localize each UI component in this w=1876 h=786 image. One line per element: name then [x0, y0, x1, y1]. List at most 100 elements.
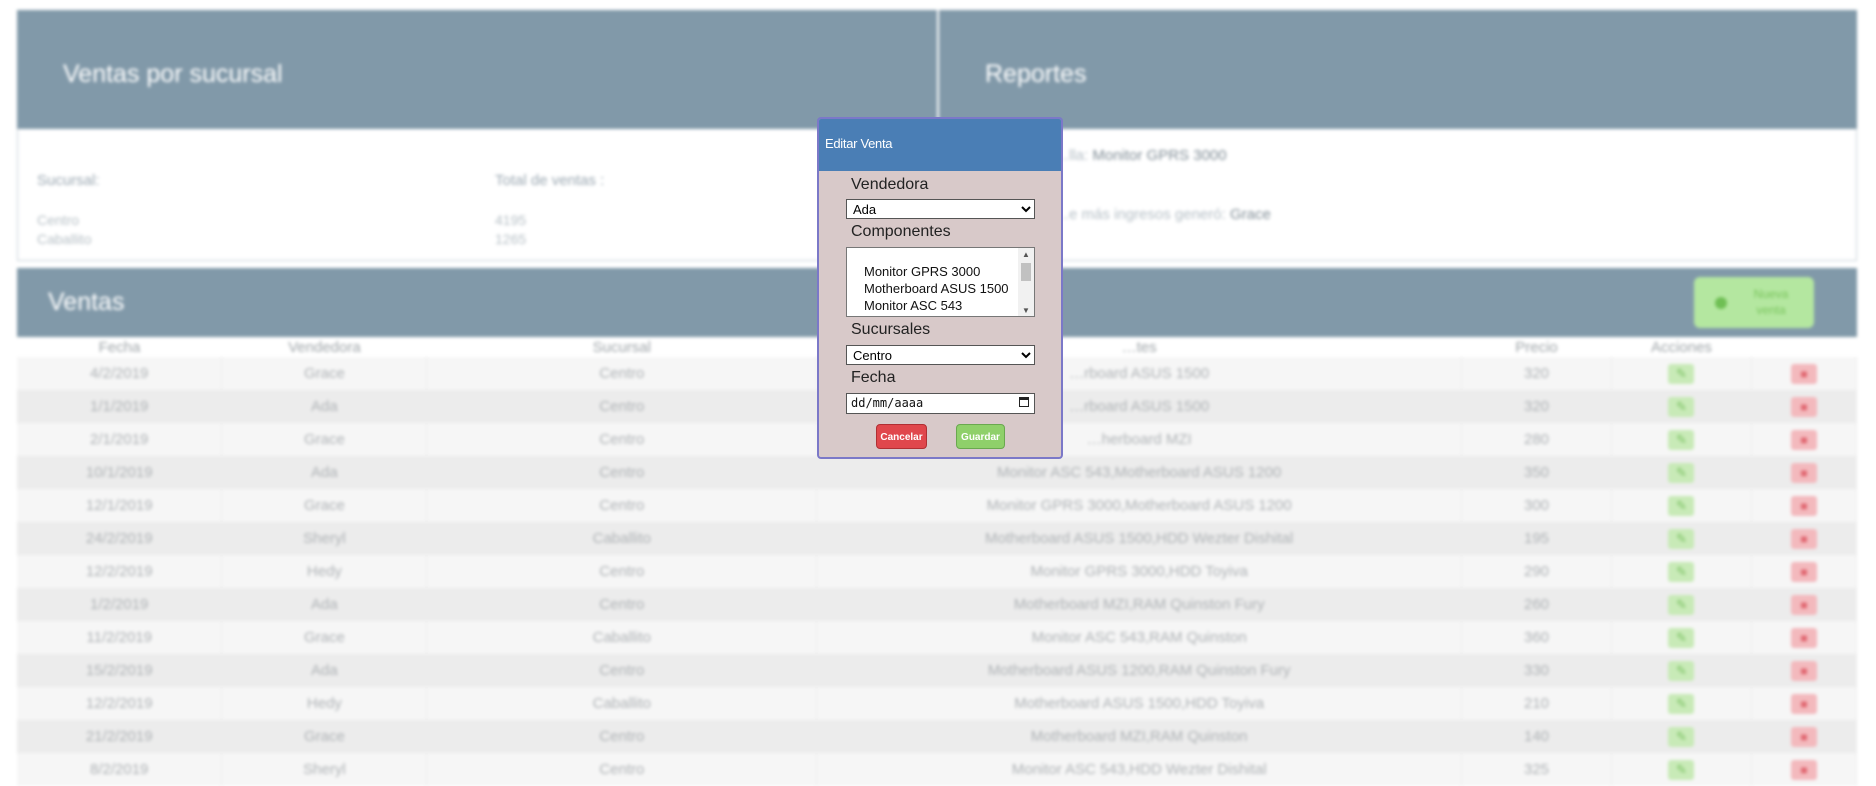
- cell-actions: ✎: [1611, 588, 1752, 621]
- delete-button-trash-icon[interactable]: ■: [1790, 660, 1817, 681]
- component-option[interactable]: Monitor ASC 543: [864, 298, 962, 313]
- date-input[interactable]: dd/mm/aaaa: [846, 393, 1035, 414]
- edit-button-pencil-icon[interactable]: ✎: [1668, 495, 1695, 516]
- cell-components: Monitor ASC 543,RAM Quinston: [816, 621, 1463, 654]
- delete-button-trash-icon[interactable]: ■: [1790, 495, 1817, 516]
- cell-seller: Ada: [221, 456, 428, 489]
- cell-components: Motherboard ASUS 1200,RAM Quinston Fury: [816, 654, 1463, 687]
- report-line-top-product: …lla: Monitor GPRS 3000: [1054, 147, 1227, 164]
- edit-button-pencil-icon[interactable]: ✎: [1668, 561, 1695, 582]
- cell-components: Monitor GPRS 3000,Motherboard ASUS 1200: [816, 489, 1463, 522]
- edit-button-pencil-icon[interactable]: ✎: [1668, 528, 1695, 549]
- seller-label: Vendedora: [851, 176, 929, 193]
- cell-branch: Centro: [426, 423, 818, 456]
- cell-delete: ■: [1751, 522, 1858, 555]
- cell-date: 12/2/2019: [17, 687, 223, 720]
- cell-actions: ✎: [1611, 753, 1752, 786]
- calendar-icon[interactable]: [1019, 397, 1029, 407]
- cell-delete: ■: [1751, 555, 1858, 588]
- table-row: 11/2/2019 Grace Caballito Monitor ASC 543,R…: [17, 621, 1858, 654]
- cell-delete: ■: [1751, 621, 1858, 654]
- cell-delete: ■: [1751, 687, 1858, 720]
- cancel-button[interactable]: Cancelar: [876, 424, 927, 449]
- column-header-branch: Sucursal: [426, 337, 817, 357]
- component-option[interactable]: Motherboard ASUS 1500: [864, 281, 1009, 296]
- cell-price: 350: [1461, 456, 1612, 489]
- modal-title: Editar Venta: [825, 136, 893, 151]
- delete-button-trash-icon[interactable]: ■: [1790, 462, 1817, 483]
- seller-select[interactable]: Ada: [846, 199, 1035, 219]
- branch-sales-body: Sucursal: Total de ventas : Centro 4195 …: [17, 129, 937, 261]
- delete-button-trash-icon[interactable]: ■: [1790, 726, 1817, 747]
- scroll-down-arrow-icon[interactable]: ▼: [1022, 306, 1030, 315]
- cell-date: 1/2/2019: [17, 588, 223, 621]
- column-header-delete: [1751, 337, 1857, 357]
- cell-actions: ✎: [1611, 621, 1752, 654]
- cell-price: 320: [1461, 357, 1612, 390]
- cell-actions: ✎: [1611, 720, 1752, 753]
- scroll-thumb[interactable]: [1021, 263, 1031, 281]
- cell-price: 325: [1461, 753, 1612, 786]
- component-option[interactable]: Monitor GPRS 3000: [864, 264, 980, 279]
- edit-button-pencil-icon[interactable]: ✎: [1668, 363, 1695, 384]
- modal-header: Editar Venta: [819, 119, 1061, 171]
- cell-branch: Centro: [426, 588, 818, 621]
- branch-total: 1265: [495, 231, 527, 247]
- cell-seller: Grace: [221, 621, 428, 654]
- column-header-price: Precio: [1461, 337, 1612, 357]
- components-scrollbar[interactable]: ▲ ▼: [1018, 248, 1034, 316]
- table-row: 21/2/2019 Grace Centro Motherboard MZI,RAM …: [17, 720, 1858, 753]
- delete-button-trash-icon[interactable]: ■: [1790, 627, 1817, 648]
- delete-button-trash-icon[interactable]: ■: [1790, 429, 1817, 450]
- cell-delete: ■: [1751, 456, 1858, 489]
- cell-price: 140: [1461, 720, 1612, 753]
- edit-button-pencil-icon[interactable]: ✎: [1668, 594, 1695, 615]
- sales-title: Ventas: [48, 288, 125, 316]
- edit-button-pencil-icon[interactable]: ✎: [1668, 627, 1695, 648]
- edit-button-pencil-icon[interactable]: ✎: [1668, 660, 1695, 681]
- cell-price: 300: [1461, 489, 1612, 522]
- table-row: 8/2/2019 Sheryl Centro Monitor ASC 543,HDD …: [17, 753, 1858, 786]
- edit-button-pencil-icon[interactable]: ✎: [1668, 396, 1695, 417]
- column-header-date: Fecha: [17, 337, 222, 357]
- table-row: 15/2/2019 Ada Centro Motherboard ASUS 1200,…: [17, 654, 1858, 687]
- cell-price: 320: [1461, 390, 1612, 423]
- report-line-top-seller: …e más ingresos generó: Grace: [1054, 206, 1271, 223]
- edit-button-pencil-icon[interactable]: ✎: [1668, 462, 1695, 483]
- cell-seller: Ada: [221, 390, 428, 423]
- branch-column-label: Sucursal:: [37, 172, 100, 189]
- cell-components: Motherboard ASUS 1500,HDD Wezter Dishita…: [816, 522, 1463, 555]
- components-label: Componentes: [851, 223, 951, 240]
- delete-button-trash-icon[interactable]: ■: [1790, 528, 1817, 549]
- cell-actions: ✎: [1611, 357, 1752, 390]
- scroll-up-arrow-icon[interactable]: ▲: [1022, 250, 1030, 259]
- cell-branch: Centro: [426, 456, 818, 489]
- cell-actions: ✎: [1611, 456, 1752, 489]
- edit-button-pencil-icon[interactable]: ✎: [1668, 693, 1695, 714]
- cell-seller: Grace: [221, 489, 428, 522]
- cell-actions: ✎: [1611, 390, 1752, 423]
- cell-date: 4/2/2019: [17, 357, 223, 390]
- edit-button-pencil-icon[interactable]: ✎: [1668, 726, 1695, 747]
- cell-seller: Ada: [221, 654, 428, 687]
- new-sale-button[interactable]: Nueva venta: [1694, 277, 1814, 328]
- delete-button-trash-icon[interactable]: ■: [1790, 561, 1817, 582]
- cell-date: 1/1/2019: [17, 390, 223, 423]
- branch-select[interactable]: Centro: [846, 345, 1035, 365]
- reports-body: …lla: Monitor GPRS 3000 …e más ingresos …: [939, 129, 1857, 261]
- delete-button-trash-icon[interactable]: ■: [1790, 759, 1817, 780]
- delete-button-trash-icon[interactable]: ■: [1790, 396, 1817, 417]
- delete-button-trash-icon[interactable]: ■: [1790, 594, 1817, 615]
- cell-components: Monitor ASC 543,HDD Wezter Dishital: [816, 753, 1463, 786]
- cell-delete: ■: [1751, 588, 1858, 621]
- edit-button-pencil-icon[interactable]: ✎: [1668, 759, 1695, 780]
- edit-button-pencil-icon[interactable]: ✎: [1668, 429, 1695, 450]
- cell-branch: Centro: [426, 357, 818, 390]
- column-header-seller: Vendedora: [221, 337, 427, 357]
- cell-actions: ✎: [1611, 423, 1752, 456]
- save-button[interactable]: Guardar: [956, 424, 1005, 449]
- components-multiselect[interactable]: Monitor GPRS 3000 Motherboard ASUS 1500 …: [846, 247, 1035, 317]
- cell-seller: Hedy: [221, 555, 428, 588]
- delete-button-trash-icon[interactable]: ■: [1790, 363, 1817, 384]
- delete-button-trash-icon[interactable]: ■: [1790, 693, 1817, 714]
